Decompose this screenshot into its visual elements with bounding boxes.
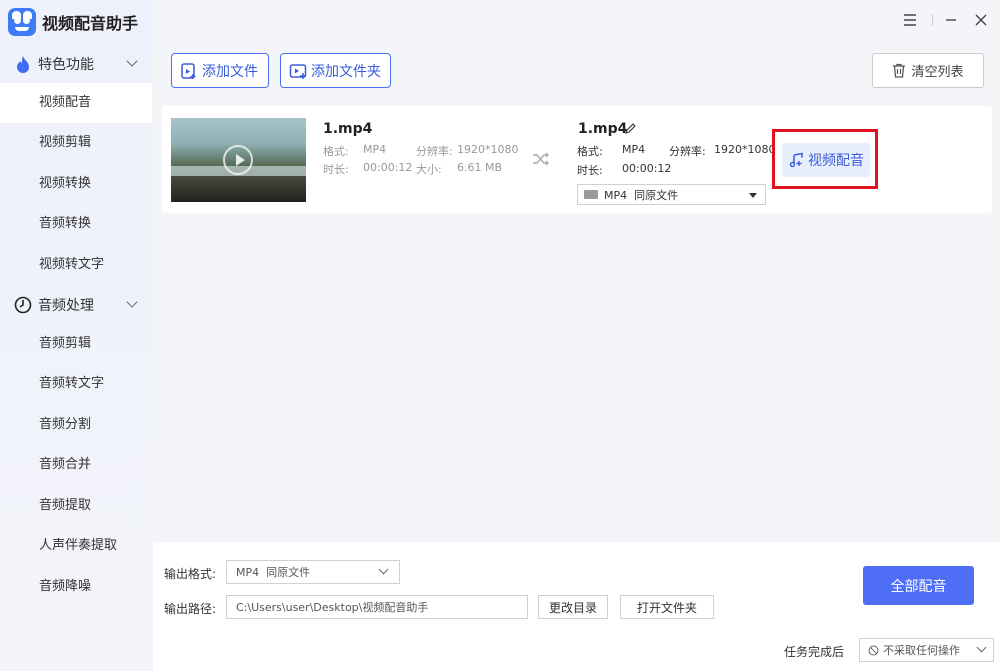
sidebar-item-vocal-extract[interactable]: 人声伴奏提取: [0, 526, 152, 566]
app-brand: 视频配音助手: [8, 7, 138, 37]
forbidden-icon: [868, 645, 879, 656]
nav-group-audio[interactable]: 音频处理: [0, 287, 152, 323]
clear-list-label: 清空列表: [911, 65, 964, 80]
output-format-label: 格式:: [577, 145, 603, 158]
add-folder-button[interactable]: 添加文件夹: [280, 53, 391, 88]
source-size-value: 6.61 MB: [457, 161, 503, 174]
highlight-box: [772, 129, 878, 189]
dub-all-button[interactable]: 全部配音: [863, 566, 974, 605]
sidebar-item-audio-merge[interactable]: 音频合并: [0, 445, 152, 485]
chevron-down-icon: [976, 642, 987, 653]
sidebar-item-audio-split[interactable]: 音频分割: [0, 405, 152, 445]
nav-group-label: 音频处理: [38, 298, 94, 314]
add-folder-icon: [289, 62, 307, 80]
menu-icon[interactable]: [900, 10, 920, 30]
bottom-output-format-select[interactable]: MP4 同原文件: [226, 560, 400, 584]
video-thumbnail[interactable]: [171, 118, 306, 202]
nav-group-label: 特色功能: [38, 57, 94, 73]
divider: [932, 14, 933, 26]
after-task-value: 不采取任何操作: [883, 644, 960, 657]
open-folder-button[interactable]: 打开文件夹: [620, 595, 714, 619]
output-path-value: C:\Users\user\Desktop\视频配音助手: [236, 601, 429, 614]
output-format-value: MP4: [622, 143, 646, 156]
sidebar-item-video-to-text[interactable]: 视频转文字: [0, 245, 152, 285]
chevron-down-icon: [126, 296, 138, 308]
nav-group-features[interactable]: 特色功能: [0, 46, 152, 82]
after-task-label: 任务完成后: [784, 645, 845, 659]
source-file-name: 1.mp4: [323, 121, 373, 137]
sidebar-item-audio-to-text[interactable]: 音频转文字: [0, 364, 152, 404]
output-resolution-value: 1920*1080: [714, 143, 776, 156]
edit-pencil-icon[interactable]: [624, 122, 636, 139]
output-path-input[interactable]: C:\Users\user\Desktop\视频配音助手: [226, 595, 528, 619]
add-folder-label: 添加文件夹: [311, 63, 381, 80]
change-directory-button[interactable]: 更改目录: [538, 595, 608, 619]
shuffle-arrow-icon: [532, 152, 550, 170]
output-file-name: 1.mp4: [578, 121, 628, 137]
source-duration-label: 时长:: [323, 163, 349, 176]
after-task-select[interactable]: 不采取任何操作: [859, 638, 994, 662]
source-format-label: 格式:: [323, 145, 349, 158]
source-format-value: MP4: [363, 143, 387, 156]
close-icon[interactable]: [971, 10, 991, 30]
source-resolution-label: 分辨率:: [416, 145, 453, 158]
output-format-select-value: MP4 同原文件: [604, 188, 679, 202]
output-path-label: 输出路径:: [164, 602, 217, 616]
clear-list-button[interactable]: 清空列表: [872, 53, 984, 88]
app-title: 视频配音助手: [42, 14, 139, 33]
sidebar-item-video-edit[interactable]: 视频剪辑: [0, 123, 152, 163]
sidebar-item-audio-convert[interactable]: 音频转换: [0, 204, 152, 244]
output-duration-value: 00:00:12: [622, 162, 672, 175]
clock-icon: [14, 296, 32, 314]
output-duration-label: 时长:: [577, 164, 603, 177]
chevron-down-icon: [378, 564, 389, 575]
sidebar-item-audio-edit[interactable]: 音频剪辑: [0, 324, 152, 364]
output-resolution-label: 分辨率:: [669, 145, 706, 158]
add-file-label: 添加文件: [202, 63, 258, 80]
source-size-label: 大小:: [416, 163, 442, 176]
source-resolution-value: 1920*1080: [457, 143, 519, 156]
minimize-icon[interactable]: [941, 10, 961, 30]
sidebar-item-audio-extract[interactable]: 音频提取: [0, 486, 152, 526]
bottom-output-format-value: MP4 同原文件: [236, 566, 311, 579]
output-format-select[interactable]: MP4 同原文件: [577, 184, 766, 205]
chevron-down-icon: [126, 55, 138, 67]
play-icon[interactable]: [223, 145, 253, 175]
caret-down-icon: [749, 193, 757, 198]
output-format-label: 输出格式:: [164, 567, 217, 581]
source-duration-value: 00:00:12: [363, 161, 413, 174]
add-file-button[interactable]: 添加文件: [171, 53, 269, 88]
video-camera-icon: [584, 190, 598, 199]
sidebar-item-video-dubbing[interactable]: 视频配音: [0, 83, 152, 123]
app-logo-icon: [8, 8, 36, 36]
sidebar-item-noise-reduce[interactable]: 音频降噪: [0, 567, 152, 607]
flame-icon: [14, 55, 32, 73]
sidebar-item-video-convert[interactable]: 视频转换: [0, 164, 152, 204]
sidebar: 视频配音助手 特色功能 视频配音 视频剪辑 视频转换 音频转换 视频转文字 音频…: [0, 0, 152, 671]
add-file-icon: [180, 62, 198, 80]
trash-icon: [892, 63, 906, 78]
